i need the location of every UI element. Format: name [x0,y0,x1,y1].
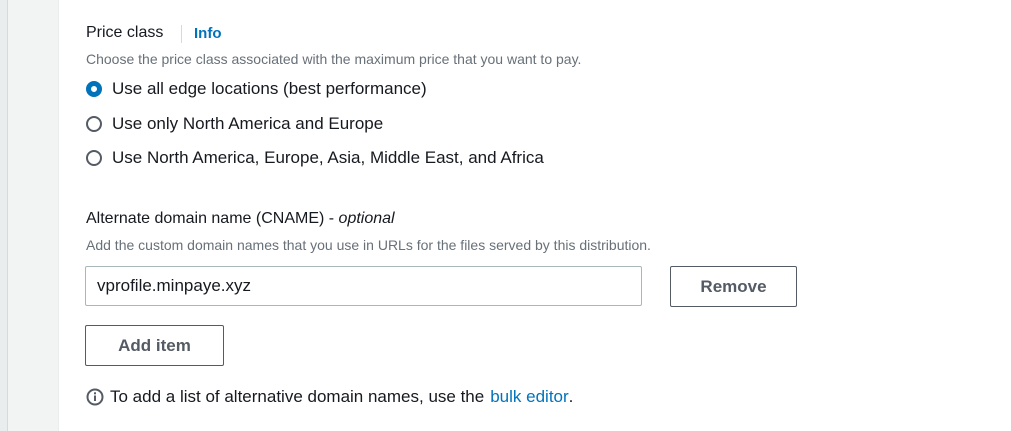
radio-label: Use all edge locations (best performance… [112,79,427,98]
bulk-editor-hint: To add a list of alternative domain name… [86,387,573,407]
settings-panel: Price class Info Choose the price class … [58,0,1011,431]
radio-label: Use only North America and Europe [112,114,384,133]
cname-optional-text: optional [338,210,395,227]
radio-option-all-edge-locations[interactable]: Use all edge locations (best performance… [86,79,427,99]
cname-description: Add the custom domain names that you use… [86,237,651,253]
price-class-description: Choose the price class associated with t… [86,51,582,67]
bulk-editor-link[interactable]: bulk editor [490,387,568,407]
radio-label: Use North America, Europe, Asia, Middle … [112,148,544,167]
cname-label-text: Alternate domain name (CNAME) [86,210,325,227]
remove-button[interactable]: Remove [670,266,797,307]
radio-button[interactable] [86,150,102,166]
radio-button[interactable] [86,116,102,132]
price-class-label: Price class [86,24,164,41]
cname-input[interactable]: vprofile.minpaye.xyz [85,266,642,306]
cname-input-value: vprofile.minpaye.xyz [97,276,252,295]
info-icon [86,388,104,406]
radio-option-na-europe[interactable]: Use only North America and Europe [86,114,383,134]
radio-option-na-europe-asia-me-africa[interactable]: Use North America, Europe, Asia, Middle … [86,148,544,168]
radio-button-selected[interactable] [86,81,102,97]
price-class-info-link[interactable]: Info [194,25,222,42]
cname-label-separator: - [328,210,335,227]
label-divider [181,25,182,43]
add-item-button[interactable]: Add item [85,325,224,366]
hint-text: To add a list of alternative domain name… [110,387,485,406]
left-page-strip [0,0,8,431]
cname-label: Alternate domain name (CNAME) - optional [86,210,395,228]
hint-suffix: . [568,387,574,406]
